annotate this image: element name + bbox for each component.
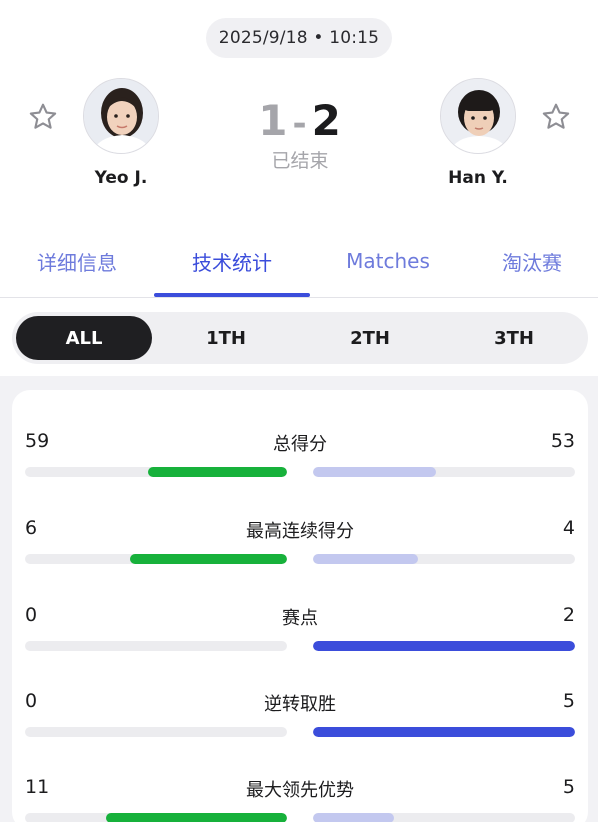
stat-left-track [25,813,287,822]
stats-card: 59 总得分 53 6 最高连续得分 4 0 赛点 2 0 逆转取胜 5 11 … [12,390,588,822]
stat-label: 总得分 [273,434,327,455]
stat-row-total-points: 59 总得分 53 [12,404,588,484]
stat-right-track [313,467,575,477]
stat-right-track [313,554,575,564]
stat-right-value: 5 [562,776,575,798]
stat-right-track [313,641,575,651]
stat-right-value: 2 [562,604,575,626]
period-1th-button[interactable]: 1TH [158,316,294,360]
stat-left-track [25,467,287,477]
match-datetime: 2025/9/18 • 10:15 [206,18,392,58]
match-status: 已结束 [271,150,329,172]
stat-right-track [313,727,575,737]
player-name-left[interactable]: Yeo J. [61,168,181,188]
stat-right-bar [313,813,394,822]
stat-right-bar [313,467,436,477]
stat-right-track [313,813,575,822]
period-all-button[interactable]: ALL [16,316,152,360]
stat-left-track [25,727,287,737]
period-3th-button[interactable]: 3TH [446,316,582,360]
tab-bar: 详细信息 技术统计 Matches 淘汰赛 [0,226,598,298]
stat-row-biggest-lead: 11 最大领先优势 5 [12,750,588,822]
score-right: 2 [311,96,342,145]
favorite-star-icon-right[interactable] [539,100,573,134]
stat-right-bar [313,554,418,564]
stat-right-bar [313,727,575,737]
stat-label: 逆转取胜 [264,694,336,715]
stat-right-value: 4 [562,517,575,539]
player-avatar-left[interactable] [83,78,159,154]
stat-left-track [25,641,287,651]
player-name-right[interactable]: Han Y. [418,168,538,188]
stat-row-match-points: 0 赛点 2 [12,578,588,658]
period-2th-button[interactable]: 2TH [302,316,438,360]
tab-knockout[interactable]: 淘汰赛 [466,226,598,296]
score-separator: - [292,104,308,144]
stat-right-bar [313,641,575,651]
score-left: 1 [258,96,289,145]
tab-details[interactable]: 详细信息 [0,226,154,296]
stat-left-bar [148,467,287,477]
stat-right-value: 5 [562,690,575,712]
period-selector: ALL 1TH 2TH 3TH [12,312,588,364]
stat-row-comeback-wins: 0 逆转取胜 5 [12,664,588,744]
stat-left-bar [106,813,287,822]
stat-left-track [25,554,287,564]
favorite-star-icon-left[interactable] [26,100,60,134]
player-avatar-right[interactable] [440,78,516,154]
stat-right-value: 53 [550,430,575,452]
stat-label: 最高连续得分 [246,521,354,542]
tab-matches[interactable]: Matches [310,226,466,296]
stat-label: 赛点 [282,608,318,629]
tab-technical-stats[interactable]: 技术统计 [154,226,310,296]
match-score: 1 -2 [230,96,370,149]
stat-left-bar [130,554,287,564]
stat-row-longest-streak: 6 最高连续得分 4 [12,491,588,571]
tabs-divider [0,297,598,298]
stat-label: 最大领先优势 [246,780,354,801]
